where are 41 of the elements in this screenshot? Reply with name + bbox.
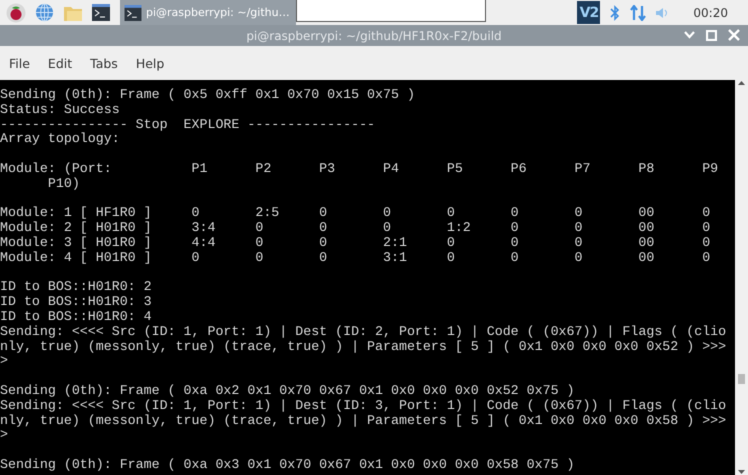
terminal-line: ID to BOS::H01R0: 3 xyxy=(0,295,152,310)
clock[interactable]: 00:20 xyxy=(693,6,728,20)
terminal-icon[interactable] xyxy=(92,4,110,21)
scrollbar[interactable] xyxy=(735,80,748,475)
terminal-line: Sending: <<<< Src (ID: 1, Port: 1) | Dest (ID: 2, Port: 1) | Code ( (0x67)) | Flags ( (clio xyxy=(0,324,726,340)
terminal-line: Module: 1 [ HF1R0 ] 0 2:5 0 0 0 0 0 00 0 xyxy=(0,206,710,221)
maximize-icon[interactable] xyxy=(706,30,717,40)
menu-item[interactable]: Help xyxy=(128,56,172,70)
menu-item[interactable]: File xyxy=(2,56,37,70)
raspberry-icon[interactable] xyxy=(6,2,26,22)
terminal-line: Module: (Port: P1 P2 P3 P4 P5 P6 P7 P8 P9 xyxy=(0,162,718,177)
terminal-line: Sending (0th): Frame ( 0xa 0x2 0x1 0x70 0x67 0x1 0x0 0x0 0x0 0x52 0x75 ) xyxy=(0,384,575,399)
scroll-down-icon[interactable] xyxy=(738,470,745,474)
terminal-line: Sending (0th): Frame ( 0xa 0x3 0x1 0x70 0x67 0x1 0x0 0x0 0x0 0x58 0x75 ) xyxy=(0,458,575,473)
terminal-line: Status: Success xyxy=(0,102,120,118)
scrollbar-thumb[interactable] xyxy=(738,374,745,384)
terminal-line: ID to BOS::H01R0: 4 xyxy=(0,310,152,325)
terminal-line: nly, true) (messonly, true) (trace, true) ) | Parameters [ 5 ] ( 0x1 0x0 0x0 0x0 0x58 ) >>> xyxy=(0,414,726,428)
terminal-line: Array topology: xyxy=(0,132,120,148)
terminal-line: > xyxy=(0,354,8,370)
terminal-line: Module: 3 [ H01R0 ] 4:4 0 0 2:1 0 0 0 00 0 xyxy=(0,236,710,251)
terminal-line: Module: 4 [ H01R0 ] 0 0 0 3:1 0 0 0 00 0 xyxy=(0,250,710,266)
terminal-line: P10) xyxy=(46,176,80,192)
menu-item[interactable]: Tabs xyxy=(83,56,125,70)
volume-icon[interactable] xyxy=(656,6,670,18)
terminal-line: ID to BOS::H01R0: 2 xyxy=(0,280,152,296)
terminal-line: ---------------- Stop EXPLORE ---------------- xyxy=(0,118,376,132)
bluetooth-icon[interactable] xyxy=(610,4,620,20)
minimize-icon[interactable] xyxy=(684,31,695,39)
globe-icon[interactable] xyxy=(35,3,54,22)
window-title: pi@raspberrypi: ~/github/HF1R0x-F2/build xyxy=(246,28,502,42)
menu-item[interactable]: Edit xyxy=(40,56,80,70)
terminal-line: > xyxy=(0,428,8,444)
terminal-line: Sending: <<<< Src (ID: 1, Port: 1) | Dest (ID: 3, Port: 1) | Code ( (0x67)) | Flags ( (clio xyxy=(0,398,726,414)
terminal-line: Sending (0th): Frame ( 0x5 0xff 0x1 0x70 0x15 0x75 ) xyxy=(0,88,415,103)
close-icon[interactable] xyxy=(728,29,740,41)
vnc-tray-icon[interactable]: V2 xyxy=(577,1,600,24)
network-arrows-icon[interactable] xyxy=(630,4,646,20)
terminal-icon xyxy=(124,4,142,20)
terminal-line: nly, true) (messonly, true) (trace, true) ) | Parameters [ 5 ] ( 0x1 0x0 0x0 0x0 0x52 ) >>> xyxy=(0,340,726,354)
terminal-line: Module: 2 [ H01R0 ] 3:4 0 0 0 1:2 0 0 00 0 xyxy=(0,221,710,236)
